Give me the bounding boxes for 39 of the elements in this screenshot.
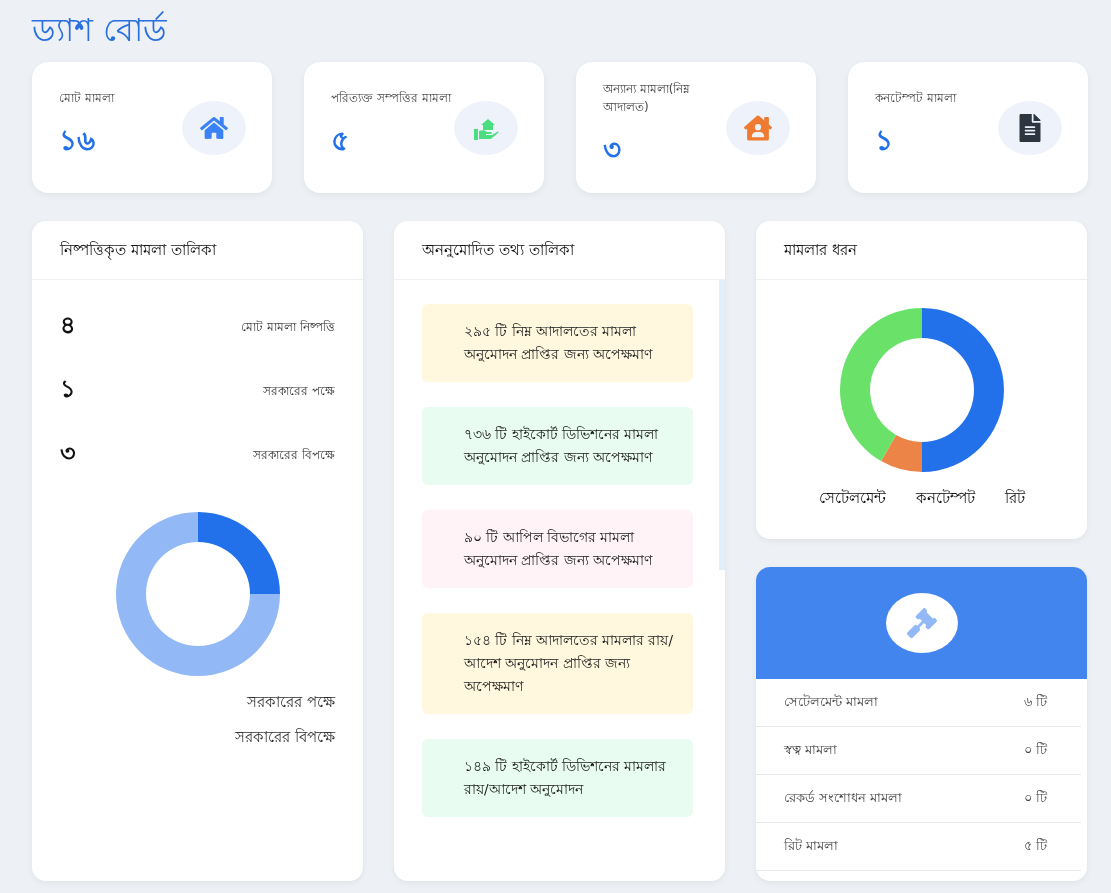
count-label: মোট মামলা নিষ্পত্তি — [241, 319, 335, 336]
stat-value: ১ — [875, 123, 894, 159]
stat-label: কনটেম্পট মামলা — [875, 90, 958, 107]
stat-label: পরিত্যক্ত সম্পত্তির মামলা — [331, 90, 451, 107]
summary-label: রেকর্ড সংশোধন মামলা — [784, 789, 903, 807]
summary-count: ০ টি — [1023, 789, 1047, 807]
legend-label: সরকারের বিপক্ষে — [235, 727, 335, 748]
summary-count: ৬ টি — [1023, 693, 1047, 711]
house-people-icon — [744, 113, 772, 142]
legend-label: কনটেম্পট — [915, 488, 975, 509]
legend-label: সেটেলমেন্ট — [818, 488, 886, 509]
stat-value: ৩ — [603, 132, 622, 168]
gavel-icon — [906, 608, 937, 638]
card-title: অননুমোদিত তথ্য তালিকা — [394, 221, 725, 280]
summary-label: সেটেলমেন্ট মামলা — [784, 693, 879, 711]
summary-label: স্বত্ব মামলা — [784, 741, 838, 759]
stat-label: মোট মামলা — [59, 90, 116, 107]
pending-notice: ৯০ টি আপিল বিভাগের মামলা অনুমোদন প্রাপ্তির জন্য অপেক্ষমাণ — [422, 510, 693, 588]
summary-count: ৫ টি — [1023, 837, 1047, 855]
summary-count: ০ টি — [1023, 741, 1047, 759]
pending-notice: ১৫৪ টি নিম্ন আদালতের মামলার রায়/আদেশ অনুমোদন প্রাপ্তির জন্য অপেক্ষমাণ — [422, 613, 693, 714]
legend-label: রিট — [1004, 488, 1025, 509]
stat-value: ১৬ — [59, 123, 96, 159]
pending-notice: ১৪৯ টি হাইকোর্ট ডিভিশনের মামলার রায়/আদেশ অনুমোদন — [422, 739, 693, 817]
count-value: ৩ — [60, 438, 76, 469]
page-title: ড্যাশ বোর্ড — [32, 10, 169, 51]
pending-notice: ২৯৫ টি নিম্ন আদালতের মামলা অনুমোদন প্রাপ্তির জন্য অপেক্ষমাণ — [422, 304, 693, 382]
count-label: সরকারের পক্ষে — [263, 383, 335, 400]
pending-notice: ৭৩৬ টি হাইকোর্ট ডিভিশনের মামলা অনুমোদন প্রাপ্তির জন্য অপেক্ষমাণ — [422, 407, 693, 485]
legend-label: সরকারের পক্ষে — [247, 692, 335, 713]
summary-label: রিট মামলা — [784, 837, 839, 855]
stat-label: অন্যান্য মামলা(নিম্ন আদালত) — [603, 81, 692, 116]
card-title: মামলার ধরন — [756, 221, 1087, 280]
card-title: নিষ্পত্তিকৃত মামলা তালিকা — [32, 221, 363, 280]
count-value: ১ — [60, 374, 76, 405]
scrollbar[interactable] — [719, 280, 725, 570]
stat-value: ৫ — [331, 123, 350, 159]
count-label: সরকারের বিপক্ষে — [253, 447, 335, 464]
count-value: ৪ — [60, 310, 76, 341]
